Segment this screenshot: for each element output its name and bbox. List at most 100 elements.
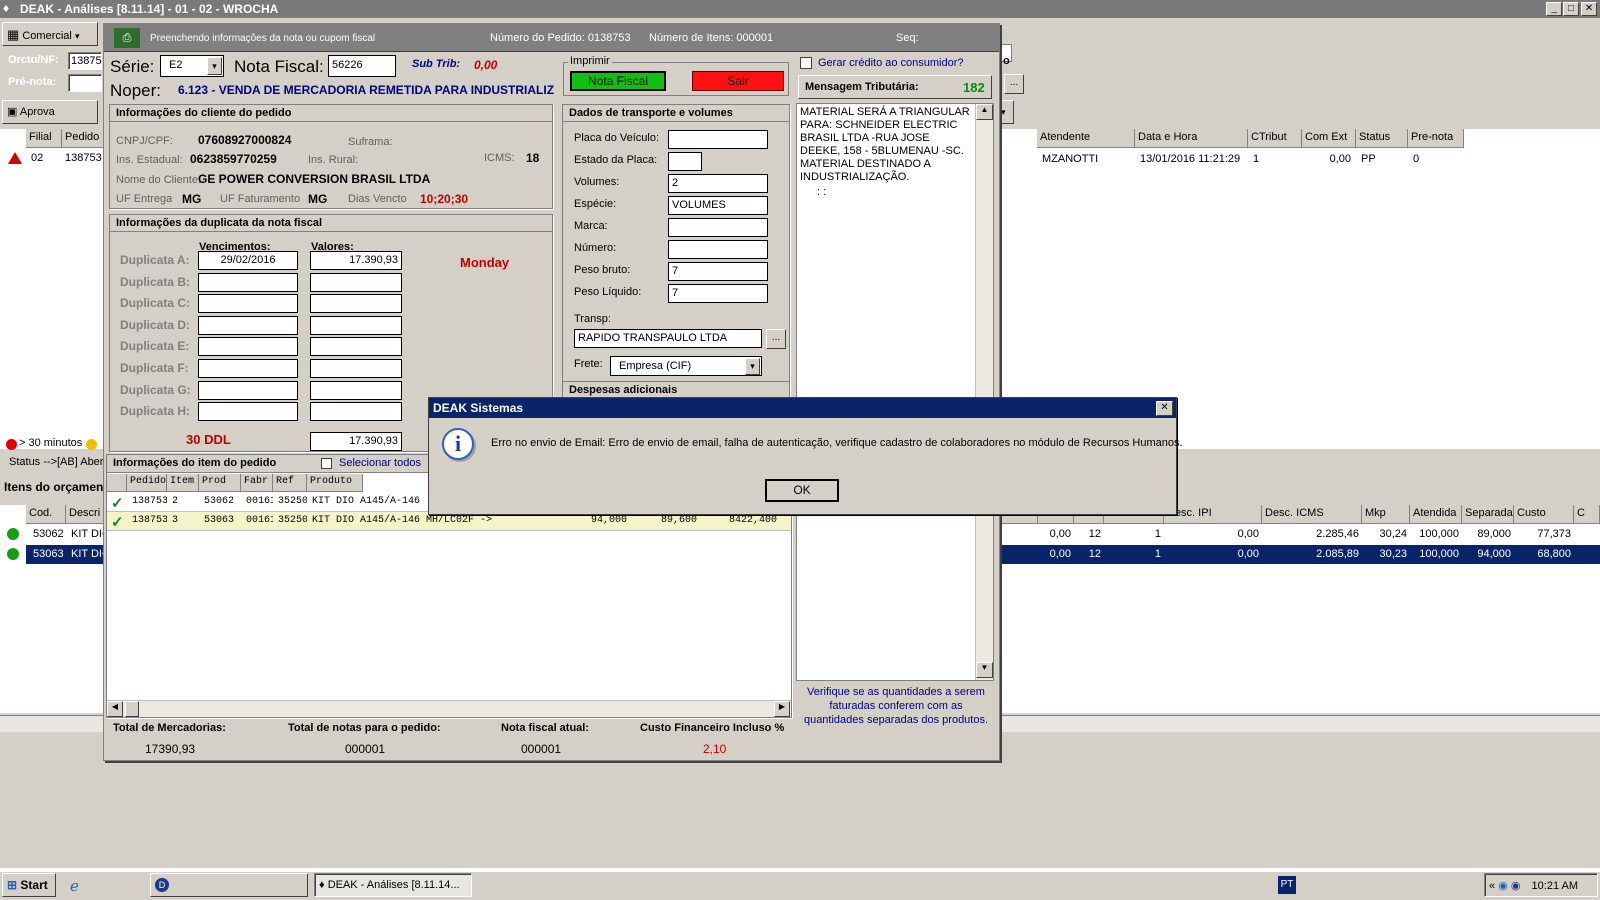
duplicata-venc-input[interactable] (198, 272, 298, 292)
custo-fin-value: 2,10 (703, 742, 727, 756)
window-title: DEAK - Análises [8.11.14] - 01 - 02 - WR… (20, 2, 279, 16)
orcto-input[interactable]: 13875 (68, 52, 102, 70)
item-col-4[interactable]: Ref (273, 474, 307, 492)
close-window-button[interactable]: ✕ (1581, 2, 1597, 16)
tray-expand-icon[interactable]: « (1489, 880, 1495, 892)
col-data-hora[interactable]: Data e Hora (1135, 129, 1248, 148)
duplicata-valor-input[interactable] (310, 359, 402, 378)
item-cell: 3525020 (278, 515, 307, 526)
duplicata-venc-input[interactable] (198, 294, 298, 314)
col-cod[interactable]: Cod. (26, 505, 66, 524)
peso-bruto-label: Peso bruto: (574, 264, 631, 276)
duplicata-venc-input[interactable] (198, 402, 298, 422)
itens-hscrollbar[interactable]: ◀ ▶ (107, 700, 791, 717)
scroll-thumb[interactable] (125, 701, 139, 717)
serie-dropdown-icon[interactable]: ▾ (207, 57, 222, 75)
bg-dropdown-arrow-icon[interactable]: ▾ (1000, 100, 1014, 124)
numero-input[interactable] (668, 240, 768, 259)
language-indicator[interactable]: PT (1278, 876, 1296, 894)
prenota-input[interactable] (68, 74, 102, 92)
ie-icon[interactable]: ℯ (70, 877, 79, 895)
item-col-2[interactable]: Prod (199, 474, 241, 492)
order-number: Número do Pedido: 0138753 (490, 32, 631, 44)
bg-item-cell: 12 (1088, 548, 1101, 560)
msg-textarea[interactable]: MATERIAL SERÁ A TRIANGULAR PARA: SCHNEID… (796, 103, 994, 681)
nf-input[interactable]: 56226 (328, 55, 396, 77)
duplicata-valor-input[interactable] (310, 380, 402, 400)
duplicata-valor-input[interactable]: 17.390,93 (310, 251, 402, 270)
duplicata-valor-input[interactable] (310, 315, 402, 335)
credito-checkbox[interactable] (800, 57, 812, 69)
transp-input[interactable]: RAPIDO TRANSPAULO LTDA (574, 329, 762, 348)
col-desc-ipi[interactable]: Desc. IPI (1164, 505, 1262, 524)
scroll-left-icon[interactable]: ◀ (107, 701, 123, 717)
error-dialog: DEAK Sistemas ✕ i Erro no envio de Email… (428, 397, 1183, 515)
duplicata-total[interactable]: 17.390,93 (310, 432, 402, 451)
bg-status: PP (1361, 153, 1376, 165)
col-pedido[interactable]: Pedido (62, 129, 106, 148)
item-col-0[interactable]: Pedido (127, 474, 167, 492)
aprova-button[interactable]: ▣ Aprova (2, 100, 98, 124)
duplicata-valor-input[interactable] (310, 272, 402, 292)
col-custo[interactable]: Custo (1514, 505, 1574, 524)
start-button[interactable]: ⊞ Start (2, 873, 56, 897)
maximize-button[interactable]: □ (1563, 2, 1579, 16)
bg-item-cell (1000, 546, 1038, 550)
col-atendente[interactable]: Atendente (1037, 129, 1135, 148)
col-pre-nota[interactable]: Pre-nota (1408, 129, 1464, 148)
placa-input[interactable] (668, 130, 768, 149)
nota-fiscal-button[interactable]: Nota Fiscal (570, 71, 666, 91)
minimize-button[interactable]: _ (1546, 2, 1562, 16)
peso-bruto-input[interactable]: 7 (668, 262, 768, 281)
col-atendida[interactable]: Atendida (1410, 505, 1462, 524)
sair-button[interactable]: Sair (692, 71, 784, 91)
col-ctribut[interactable]: CTribut (1248, 129, 1302, 148)
duplicata-valor-input[interactable] (310, 337, 402, 357)
duplicata-venc-input[interactable] (198, 359, 298, 378)
total-notas-label: Total de notas para o pedido: (288, 722, 441, 734)
duplicata-venc-input[interactable]: 29/02/2016 (198, 251, 298, 270)
col-descri[interactable]: Descri (66, 505, 106, 524)
network-icon[interactable]: ◉ (1498, 880, 1508, 892)
comercial-menu[interactable]: ▦ Comercial ▾ (2, 22, 98, 46)
especie-input[interactable]: VOLUMES (668, 196, 768, 215)
frete-select[interactable]: Empresa (CIF) ▾ (610, 356, 762, 376)
marca-input[interactable] (668, 218, 768, 237)
serie-select[interactable]: E2 ▾ (160, 55, 224, 77)
duplicata-valor-input[interactable] (310, 294, 402, 314)
col-desc-icms[interactable]: Desc. ICMS (1262, 505, 1362, 524)
taskbar-item-deak[interactable]: ♦ DEAK - Análises [8.11.14... (314, 873, 472, 897)
duplicata-venc-input[interactable] (198, 337, 298, 357)
item-col-3[interactable]: Fabr (241, 474, 273, 492)
bg-item-cell: 68,800 (1537, 548, 1571, 560)
duplicata-valor-input[interactable] (310, 402, 402, 422)
scroll-down-icon[interactable]: ▼ (976, 662, 993, 678)
frete-dropdown-icon[interactable]: ▾ (745, 358, 760, 375)
dias-value: 10;20;30 (420, 192, 469, 206)
item-col-5[interactable]: Produto (307, 474, 363, 492)
ok-button[interactable]: OK (765, 479, 839, 502)
item-col-1[interactable]: Item (167, 474, 199, 492)
col-mkp[interactable]: Mkp (1362, 505, 1410, 524)
scroll-up-icon[interactable]: ▲ (976, 104, 993, 120)
taskbar-item-d[interactable]: D (150, 873, 308, 897)
duplicata-venc-input[interactable] (198, 380, 298, 400)
col-c[interactable]: C (1574, 505, 1600, 524)
scroll-right-icon[interactable]: ▶ (774, 701, 790, 717)
nf-atual-value: 000001 (521, 742, 562, 756)
peso-liquido-input[interactable]: 7 (668, 284, 768, 303)
col-filial[interactable]: Filial (26, 129, 62, 148)
select-all-checkbox[interactable] (321, 458, 332, 469)
dialog-close-icon[interactable]: ✕ (1156, 401, 1173, 416)
bg-ellipsis-button[interactable]: ... (1004, 74, 1024, 94)
deak-tray-icon[interactable]: ◉ (1511, 880, 1521, 892)
icms-label: ICMS: (484, 152, 515, 164)
col-separada[interactable]: Separada (1462, 505, 1514, 524)
msg-scrollbar[interactable]: ▲ ▼ (975, 104, 993, 680)
estado-placa-input[interactable] (668, 152, 702, 171)
transp-lookup-button[interactable]: ... (766, 329, 786, 349)
col-com-ext[interactable]: Com Ext (1302, 129, 1356, 148)
col-status[interactable]: Status (1356, 129, 1408, 148)
volumes-input[interactable]: 2 (668, 174, 768, 193)
duplicata-venc-input[interactable] (198, 315, 298, 335)
